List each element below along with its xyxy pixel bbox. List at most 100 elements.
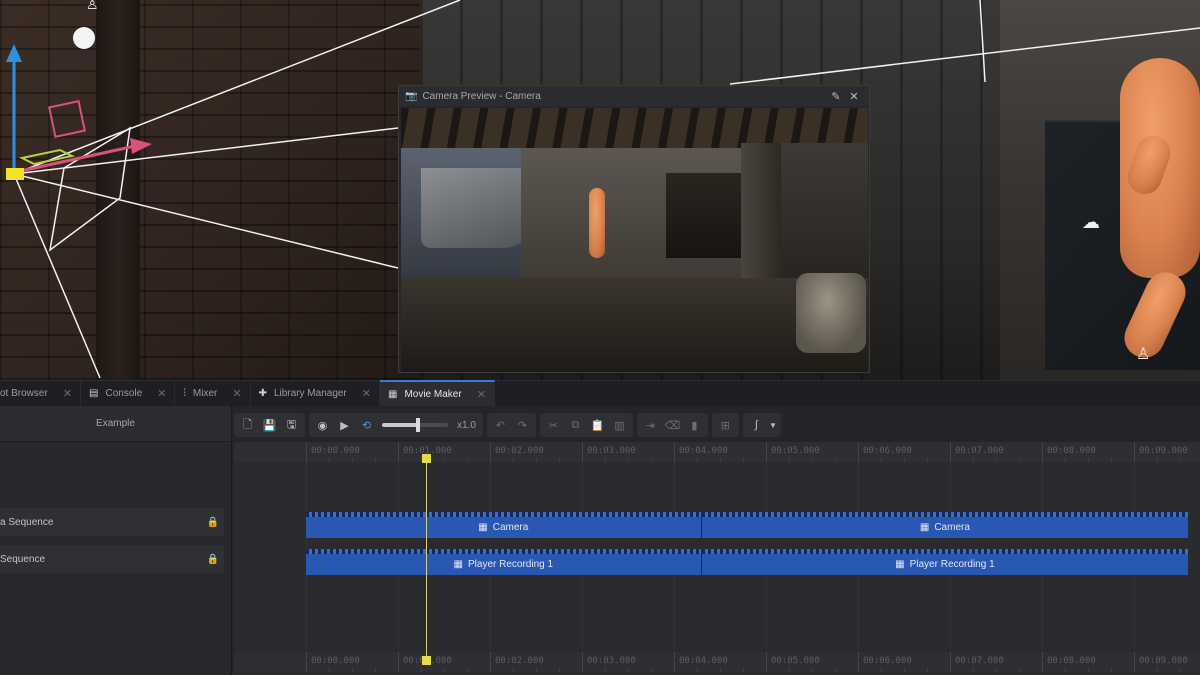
ruler-tick-label: 00:04.000 (679, 446, 728, 456)
scene-viewport[interactable]: ♙ ☁ ♙ 📷 Camera Preview - Camera ✎ ✕ (0, 0, 1200, 380)
playhead-handle-top[interactable] (421, 454, 431, 463)
lock-icon[interactable]: 🔒 (202, 554, 224, 565)
ruler-minor-tick (973, 667, 974, 672)
ruler-minor-tick (1088, 667, 1089, 672)
ruler-minor-tick (352, 667, 353, 672)
preview-character (589, 188, 605, 258)
playhead-handle-bottom[interactable] (421, 656, 431, 665)
pin-icon[interactable]: ✎ (827, 90, 845, 103)
ruler-minor-tick (536, 667, 537, 672)
project-name[interactable]: Example (0, 406, 231, 442)
ruler-tick (490, 442, 491, 462)
track-row[interactable]: a Sequence 🔒 (0, 508, 224, 536)
clapper-icon: ▦ (453, 559, 463, 570)
close-icon[interactable]: ✕ (232, 387, 241, 400)
tab-asset-browser[interactable]: ot Browser ✕ (0, 380, 82, 406)
camera-preview-titlebar[interactable]: 📷 Camera Preview - Camera ✎ ✕ (399, 86, 869, 106)
slider-knob[interactable] (416, 418, 421, 432)
ruler-tick (490, 652, 491, 672)
snap-icon[interactable]: ⊞ (715, 415, 736, 435)
ruler-minor-tick (651, 667, 652, 672)
speed-label: x1.0 (457, 419, 476, 431)
clapper-icon: ▦ (387, 388, 398, 400)
tab-movie-maker[interactable]: ▦ Movie Maker ✕ (379, 380, 495, 406)
ruler-tick (1134, 652, 1135, 672)
ruler-minor-tick (467, 457, 468, 462)
timeline[interactable]: 00:00.000 00:01.000 00:02.000 00:03.000 00:0… (234, 442, 1200, 675)
ruler-minor-tick (1111, 667, 1112, 672)
tab-console[interactable]: ▤ Console ✕ (81, 380, 176, 406)
copy-icon[interactable]: ⧉ (565, 415, 586, 435)
clapper-icon: ▦ (919, 522, 930, 533)
loop-icon[interactable]: ⟲ (356, 415, 377, 435)
record-icon[interactable]: ◉ (312, 415, 333, 435)
ruler-tick (766, 652, 767, 672)
tab-mixer[interactable]: ⫶ Mixer ✕ (175, 380, 251, 406)
playback-group: ◉ ▶ ⟲ x1.0 (309, 413, 483, 437)
ruler-tick-label: 00:04.000 (679, 656, 728, 666)
curve-icon[interactable]: ∫ (746, 415, 767, 435)
ruler-minor-tick (605, 667, 606, 672)
timeline-clip[interactable]: ▦ Player Recording 1 (306, 549, 701, 575)
chevron-down-icon[interactable]: ▼ (768, 415, 778, 435)
clip-group: ⇥ ⌫ ▮ (636, 413, 708, 437)
close-icon[interactable]: ✕ (477, 388, 486, 401)
play-icon[interactable]: ▶ (334, 415, 355, 435)
ruler-tick-label: 00:05.000 (771, 656, 820, 666)
camera-preview-render (401, 108, 868, 372)
undo-icon[interactable]: ↶ (490, 415, 511, 435)
ruler-minor-tick (605, 457, 606, 462)
movie-maker-toolbar: 🗋 💾 🖫 ◉ ▶ ⟲ x1.0 ↶ ↷ ✂ ⧉ 📋 ▥ ⇥ ⌫ ▮ ⊞ ∫ ▼ (234, 412, 1200, 438)
timeline-clip[interactable]: ▦ Player Recording 1 (701, 549, 1189, 575)
ruler-tick-label: 00:06.000 (863, 446, 912, 456)
ruler-tick-label: 00:08.000 (1047, 656, 1096, 666)
close-icon[interactable]: ✕ (63, 387, 72, 400)
tab-label: Library Manager (273, 387, 347, 399)
ruler-tick-label: 00:08.000 (1047, 446, 1096, 456)
cut-icon[interactable]: ✂ (543, 415, 564, 435)
preview-sack (796, 273, 866, 353)
ruler-minor-tick (1157, 457, 1158, 462)
close-icon[interactable]: ✕ (157, 387, 166, 400)
lock-icon[interactable]: 🔒 (202, 517, 224, 528)
ruler-tick-label: 00:03.000 (587, 656, 636, 666)
camera-preview-window[interactable]: 📷 Camera Preview - Camera ✎ ✕ (398, 85, 870, 373)
timeline-clip[interactable]: ▦ Camera (306, 512, 701, 538)
tab-library-manager[interactable]: ✚ Library Manager ✕ (251, 380, 380, 406)
puzzle-icon: ✚ (258, 387, 267, 399)
trash-icon[interactable]: ▮ (684, 415, 705, 435)
ruler-minor-tick (881, 457, 882, 462)
save-icon[interactable]: 💾 (259, 415, 280, 435)
snap-group: ⊞ (711, 413, 739, 437)
ruler-minor-tick (628, 457, 629, 462)
person-marker-icon: ♙ (86, 0, 99, 12)
playback-speed-slider[interactable] (382, 418, 448, 432)
ruler-tick-label: 00:06.000 (863, 656, 912, 666)
close-icon[interactable]: ✕ (845, 90, 863, 103)
track-row[interactable]: Sequence 🔒 (0, 545, 224, 573)
ruler-tick (950, 442, 951, 462)
new-file-icon[interactable]: 🗋 (237, 415, 258, 435)
remove-icon[interactable]: ⌫ (662, 415, 683, 435)
ruler-minor-tick (1019, 457, 1020, 462)
ruler-tick (306, 442, 307, 462)
timeline-ruler-top[interactable]: 00:00.000 00:01.000 00:02.000 00:03.000 00:0… (234, 442, 1200, 462)
ruler-minor-tick (513, 457, 514, 462)
ruler-tick-label: 00:07.000 (955, 446, 1004, 456)
paste-icon[interactable]: 📋 (587, 415, 608, 435)
ruler-tick (582, 442, 583, 462)
playhead[interactable] (425, 455, 427, 661)
save-as-icon[interactable]: 🖫 (281, 415, 302, 435)
ruler-minor-tick (697, 457, 698, 462)
timeline-ruler-bottom[interactable]: 00:00.00000:01.00000:02.00000:03.00000:0… (234, 652, 1200, 672)
redo-icon[interactable]: ↷ (512, 415, 533, 435)
ruler-tick-label: 00:05.000 (771, 446, 820, 456)
ruler-minor-tick (559, 667, 560, 672)
insert-icon[interactable]: ⇥ (640, 415, 661, 435)
close-icon[interactable]: ✕ (362, 387, 371, 400)
ruler-minor-tick (352, 457, 353, 462)
dock-tab-bar: ot Browser ✕ ▤ Console ✕ ⫶ Mixer ✕ ✚ Lib… (0, 380, 1200, 406)
delete-icon[interactable]: ▥ (609, 415, 630, 435)
timeline-clip[interactable]: ▦ Camera (701, 512, 1189, 538)
track-list: Example a Sequence 🔒 Sequence 🔒 (0, 406, 232, 675)
